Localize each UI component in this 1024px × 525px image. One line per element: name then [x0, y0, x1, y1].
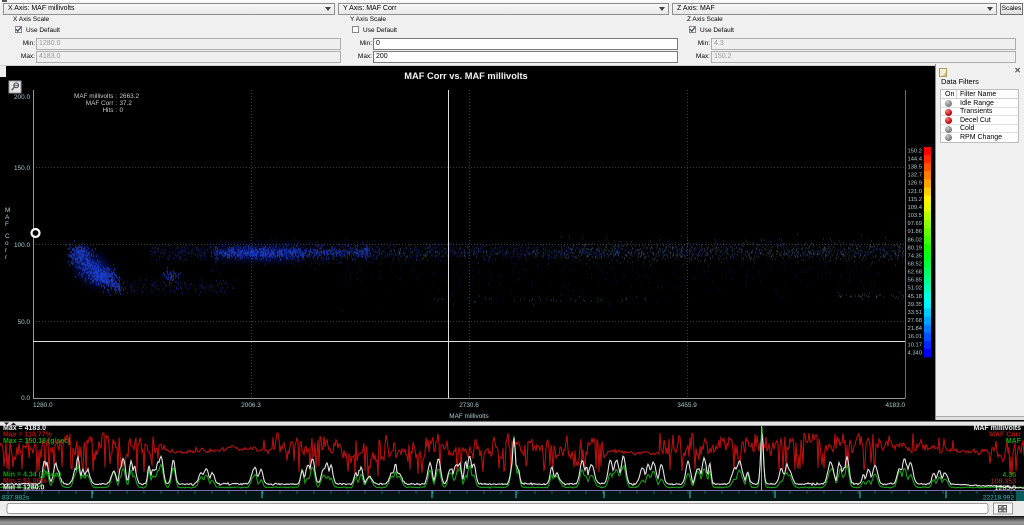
svg-text:2006.3: 2006.3: [241, 402, 261, 409]
svg-text:39.35: 39.35: [907, 302, 922, 308]
svg-text:21.84: 21.84: [907, 326, 922, 332]
svg-text:Min = 1280.0: Min = 1280.0: [3, 485, 45, 492]
svg-text:837.882s: 837.882s: [2, 495, 30, 502]
svg-text:51.02: 51.02: [907, 286, 922, 292]
svg-text:126.9: 126.9: [907, 181, 922, 187]
svg-text:33.51: 33.51: [907, 310, 922, 316]
svg-text:4.340: 4.340: [907, 350, 922, 356]
svg-text:o: o: [5, 240, 9, 247]
svg-text:4183.0: 4183.0: [885, 402, 905, 409]
svg-text:0: 0: [120, 107, 124, 114]
svg-text:M: M: [5, 207, 10, 214]
svg-text:F: F: [5, 221, 9, 228]
svg-text:100.0: 100.0: [14, 242, 30, 249]
svg-text:0.0: 0.0: [21, 395, 30, 402]
svg-text:MAF Corr :: MAF Corr :: [86, 100, 117, 107]
svg-text:150.2: 150.2: [907, 148, 922, 154]
svg-text:103.5: 103.5: [907, 213, 922, 219]
svg-text:86.02: 86.02: [907, 237, 922, 243]
svg-text:74.35: 74.35: [907, 253, 922, 259]
svg-text:1285.0: 1285.0: [995, 485, 1017, 492]
svg-text:Hits :: Hits :: [102, 107, 117, 114]
svg-text:22218.992: 22218.992: [983, 495, 1015, 502]
svg-text:27.68: 27.68: [907, 318, 922, 324]
svg-text:91.86: 91.86: [907, 229, 922, 235]
svg-text:MAF millivolts :: MAF millivolts :: [74, 93, 117, 100]
svg-text:144.4: 144.4: [907, 156, 922, 162]
svg-text:MAF: MAF: [1006, 438, 1022, 445]
svg-text:16.01: 16.01: [907, 334, 922, 340]
svg-text:1280.0: 1280.0: [33, 402, 53, 409]
svg-text:138.5: 138.5: [907, 165, 922, 171]
svg-text:80.19: 80.19: [907, 245, 922, 251]
svg-text:115.2: 115.2: [908, 197, 922, 203]
svg-text:68.52: 68.52: [907, 261, 922, 267]
svg-text:45.18: 45.18: [907, 294, 922, 300]
svg-text:97.69: 97.69: [907, 221, 922, 227]
svg-text:132.7: 132.7: [907, 173, 922, 179]
svg-text:37.2: 37.2: [120, 100, 133, 107]
svg-text:Max = 150.18 (g/sec): Max = 150.18 (g/sec): [3, 438, 71, 445]
svg-text:A: A: [5, 214, 10, 221]
svg-text:50.0: 50.0: [18, 319, 31, 326]
svg-text:3455.9: 3455.9: [677, 402, 697, 409]
svg-text:200.0: 200.0: [14, 94, 30, 101]
svg-text:109.4: 109.4: [907, 205, 922, 211]
svg-text:56.85: 56.85: [907, 278, 922, 284]
svg-text:150.0: 150.0: [14, 165, 30, 172]
svg-text:2663.2: 2663.2: [120, 93, 140, 100]
svg-text:2730.6: 2730.6: [459, 402, 479, 409]
svg-text:C: C: [5, 233, 10, 240]
svg-text:62.68: 62.68: [907, 270, 922, 276]
svg-text:121.0: 121.0: [907, 189, 922, 195]
svg-text:MAF Corr vs. MAF millivolts: MAF Corr vs. MAF millivolts: [404, 71, 527, 81]
svg-text:10.17: 10.17: [907, 342, 922, 348]
svg-text:MAF millivolts: MAF millivolts: [449, 413, 488, 420]
